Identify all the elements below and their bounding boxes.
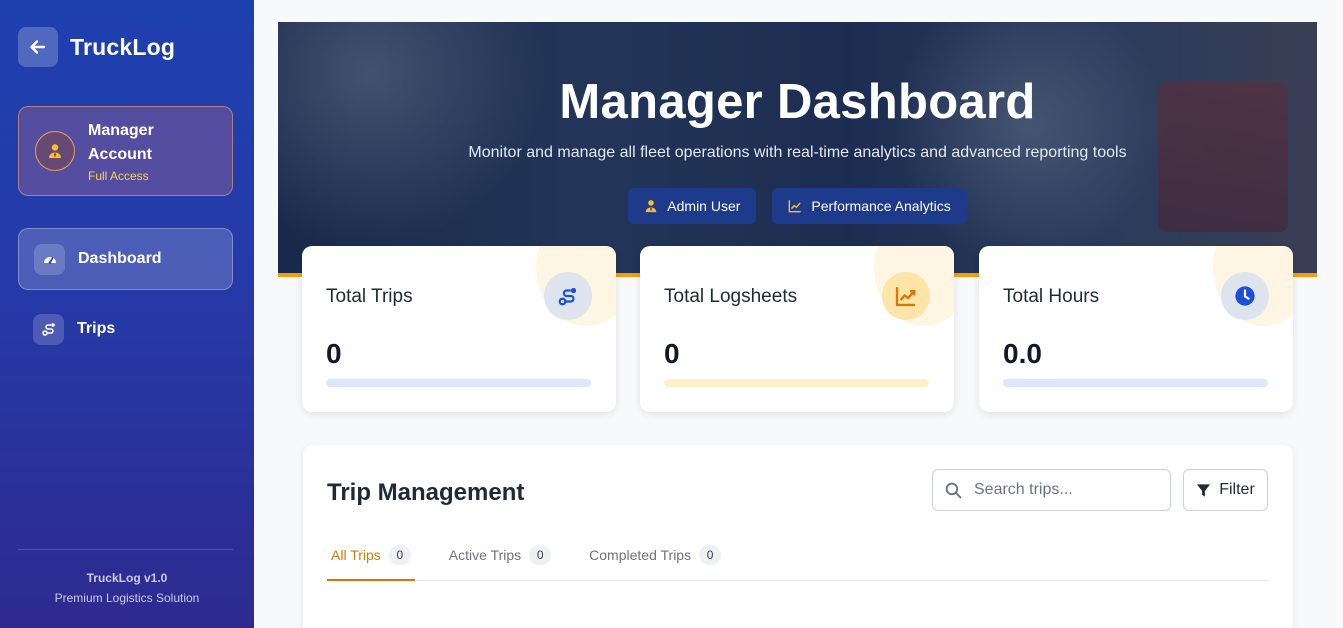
stat-label: Total Logsheets: [664, 286, 798, 307]
trip-management-panel: Trip Management Filter All Trips 0 Activ…: [303, 445, 1293, 628]
gauge-icon: [34, 243, 65, 275]
stat-label: Total Hours: [1003, 286, 1100, 307]
admin-user-button[interactable]: Admin User: [628, 188, 757, 224]
page-subtitle: Monitor and manage all fleet operations …: [468, 144, 1127, 161]
sidebar-item-dashboard[interactable]: Dashboard: [18, 228, 233, 290]
user-tie-icon: [644, 199, 658, 213]
search-icon: [945, 482, 962, 498]
tab-completed-trips[interactable]: Completed Trips 0: [585, 543, 725, 581]
chart-line-icon: [882, 272, 930, 320]
admin-user-label: Admin User: [667, 198, 741, 214]
tab-label: All Trips: [331, 547, 381, 563]
tab-count-badge: 0: [388, 545, 411, 565]
account-card[interactable]: Manager Account Full Access: [18, 106, 233, 196]
performance-analytics-button[interactable]: Performance Analytics: [772, 188, 967, 224]
stat-value: 0: [664, 338, 680, 369]
tab-active-trips[interactable]: Active Trips 0: [445, 543, 555, 581]
clock-icon: [1221, 272, 1269, 320]
arrow-left-icon: [30, 40, 46, 54]
sidebar-item-label: Dashboard: [78, 250, 162, 267]
sidebar: TruckLog Manager Account Full Access Das…: [0, 0, 254, 628]
performance-analytics-label: Performance Analytics: [811, 198, 951, 214]
tab-all-trips[interactable]: All Trips 0: [327, 543, 415, 581]
tab-count-badge: 0: [699, 545, 722, 565]
filter-button[interactable]: Filter: [1183, 469, 1268, 511]
filter-label: Filter: [1219, 481, 1255, 498]
stat-card-total-trips: Total Trips 0: [302, 246, 616, 412]
sidebar-item-trips[interactable]: Trips: [18, 298, 233, 360]
stat-progress-bar: [1003, 379, 1268, 387]
sidebar-footer: TruckLog v1.0 Premium Logistics Solution: [0, 571, 254, 605]
back-button[interactable]: [18, 27, 58, 67]
stat-progress-bar: [664, 379, 929, 387]
stat-value: 0: [326, 338, 342, 369]
section-title: Trip Management: [327, 479, 525, 506]
stat-progress-bar: [326, 379, 591, 387]
tagline: Premium Logistics Solution: [54, 591, 200, 605]
trip-tabs: All Trips 0 Active Trips 0 Completed Tri…: [327, 543, 1268, 581]
brand-name: TruckLog: [70, 33, 176, 60]
tab-label: Completed Trips: [589, 547, 692, 563]
page-title: Manager Dashboard: [559, 75, 1036, 129]
stat-card-total-hours: Total Hours 0.0: [979, 246, 1293, 412]
filter-icon: [1196, 483, 1211, 498]
stat-value: 0.0: [1003, 338, 1042, 369]
brand: TruckLog: [18, 27, 175, 67]
account-role: Full Access: [88, 169, 149, 183]
sidebar-divider: [18, 549, 233, 550]
route-icon: [544, 272, 592, 320]
hero-banner: Manager Dashboard Monitor and manage all…: [278, 22, 1317, 277]
tab-label: Active Trips: [448, 547, 522, 563]
stat-label: Total Trips: [326, 286, 413, 307]
chart-line-icon: [788, 199, 802, 213]
version-label: TruckLog v1.0: [86, 571, 168, 585]
tab-count-badge: 0: [529, 545, 552, 565]
sidebar-item-label: Trips: [77, 320, 116, 337]
search-input[interactable]: [974, 481, 1154, 499]
stat-card-total-logsheets: Total Logsheets 0: [640, 246, 954, 412]
search-box: [932, 469, 1171, 511]
account-name: Manager Account: [88, 122, 154, 163]
route-icon: [33, 313, 64, 345]
user-tie-icon: [35, 131, 75, 171]
